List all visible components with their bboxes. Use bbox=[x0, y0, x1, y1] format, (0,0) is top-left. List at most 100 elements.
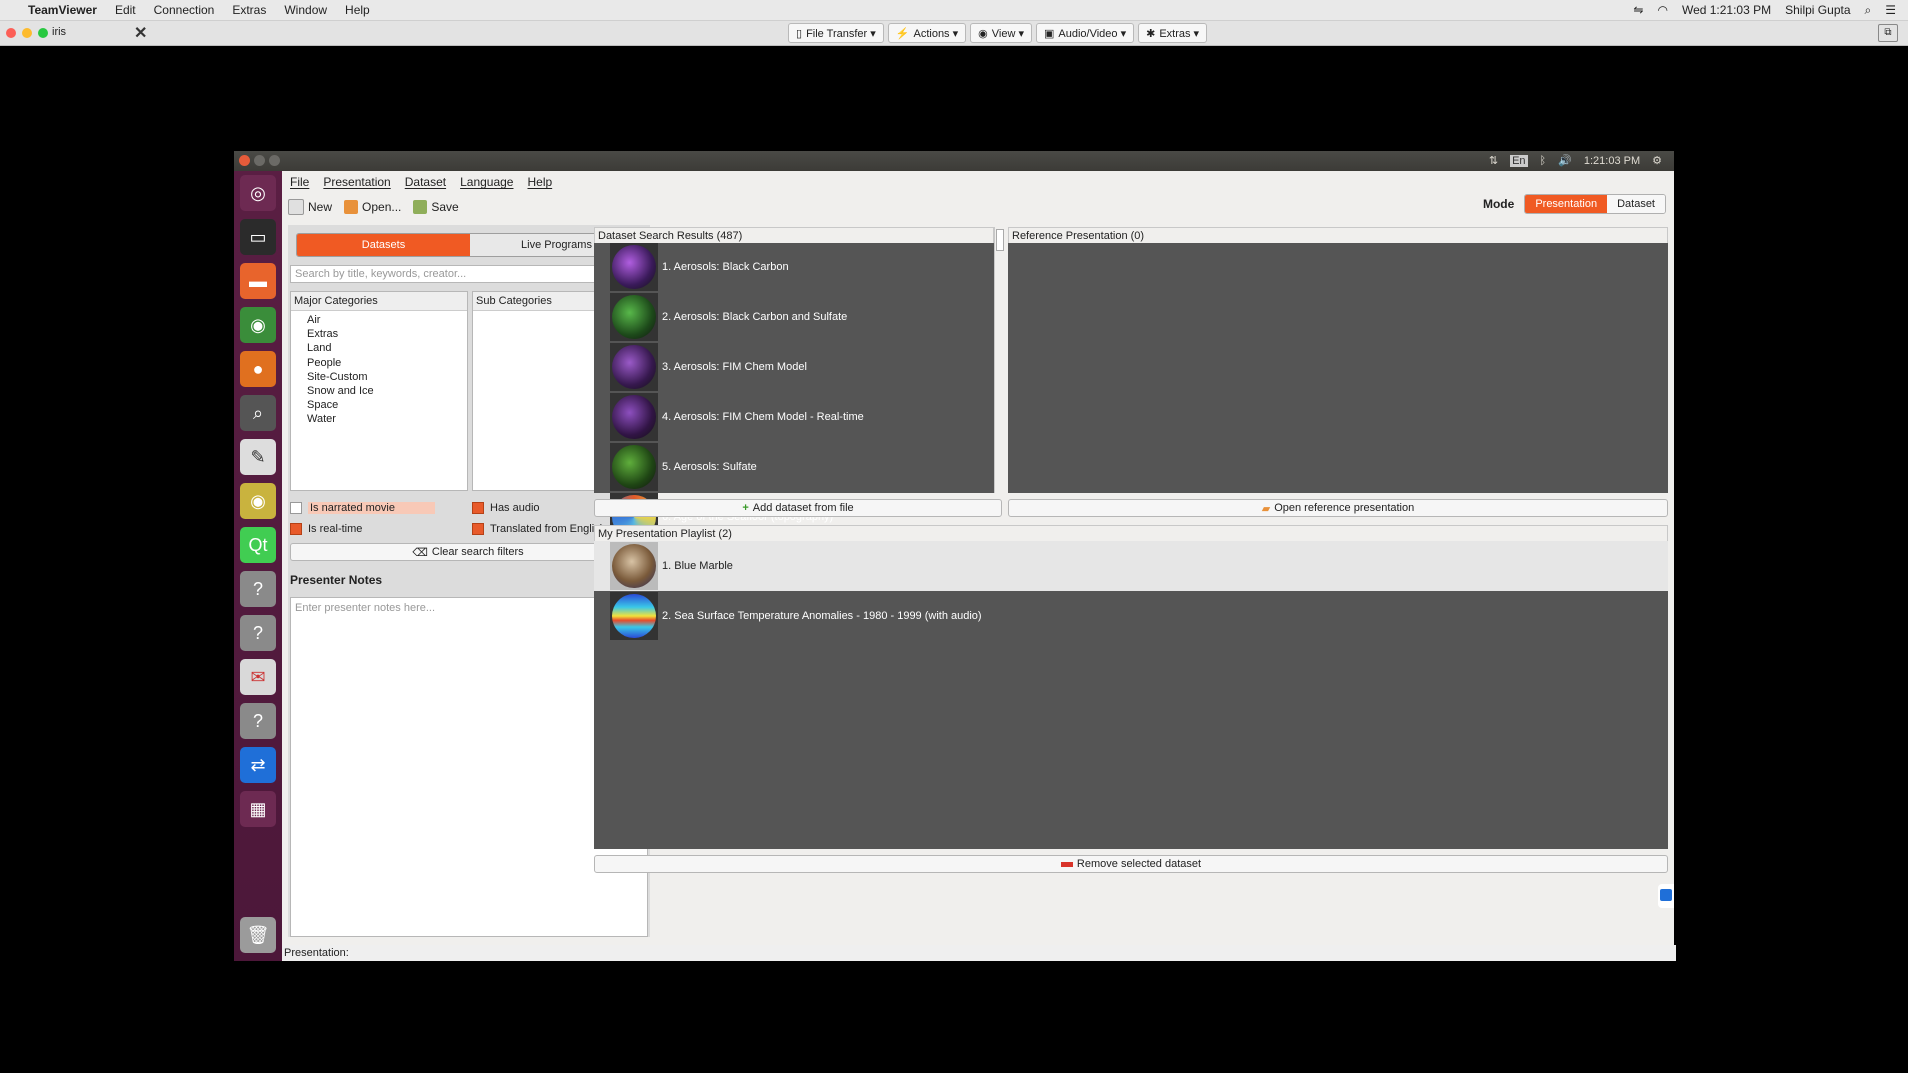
menu-language[interactable]: Language bbox=[460, 175, 513, 189]
list-item[interactable]: 5. Aerosols: Sulfate bbox=[610, 443, 757, 491]
teamviewer-icon[interactable]: ⇄ bbox=[240, 747, 276, 783]
category-item[interactable]: Land bbox=[291, 341, 467, 355]
mac-user[interactable]: Shilpi Gupta bbox=[1785, 3, 1850, 17]
scrollbar-thumb[interactable] bbox=[996, 229, 1004, 251]
ubuntu-close-icon[interactable] bbox=[239, 155, 250, 166]
menu-extras[interactable]: Extras bbox=[232, 3, 266, 17]
close-window-icon[interactable] bbox=[6, 28, 16, 38]
bluetooth-icon[interactable]: ᛒ bbox=[1540, 155, 1547, 167]
list-item[interactable]: 2. Aerosols: Black Carbon and Sulfate bbox=[610, 293, 847, 341]
system-gear-icon[interactable]: ⚙ bbox=[1652, 154, 1662, 167]
airplay-icon[interactable]: ⇋ bbox=[1633, 3, 1643, 17]
checkbox[interactable] bbox=[472, 502, 484, 514]
workspace-switcher-icon[interactable]: ▦ bbox=[240, 791, 276, 827]
window-mode-icon[interactable]: ⧉ bbox=[1878, 24, 1898, 42]
dash-icon[interactable]: ◎ bbox=[240, 175, 276, 211]
keyboard-layout-indicator[interactable]: En bbox=[1510, 154, 1528, 167]
screenshot-icon[interactable]: ⌕ bbox=[240, 395, 276, 431]
narrated-movie-filter[interactable]: Is narrated movie bbox=[290, 502, 435, 514]
actions-button[interactable]: ⚡ Actions ▾ bbox=[887, 23, 967, 43]
results-scrollbar[interactable] bbox=[994, 227, 1005, 493]
wifi-icon[interactable]: ◠ bbox=[1657, 3, 1667, 17]
has-audio-filter[interactable]: Has audio bbox=[472, 502, 540, 514]
view-button[interactable]: ◉ View ▾ bbox=[970, 23, 1032, 43]
results-list: 1. Aerosols: Black Carbon 2. Aerosols: B… bbox=[594, 243, 994, 493]
category-item[interactable]: Space bbox=[291, 398, 467, 412]
category-item[interactable]: Extras bbox=[291, 327, 467, 341]
teamviewer-side-tab[interactable] bbox=[1658, 884, 1674, 908]
remove-dataset-button[interactable]: Remove selected dataset bbox=[594, 855, 1668, 873]
checkbox[interactable] bbox=[472, 523, 484, 535]
minimize-window-icon[interactable] bbox=[22, 28, 32, 38]
ubuntu-minimize-icon[interactable] bbox=[254, 155, 265, 166]
spotlight-icon[interactable]: ⌕ bbox=[1865, 3, 1872, 18]
category-item[interactable]: People bbox=[291, 356, 467, 370]
menu-help[interactable]: Help bbox=[345, 3, 370, 17]
unknown-app-icon[interactable]: ? bbox=[240, 571, 276, 607]
firefox-icon[interactable]: ● bbox=[240, 351, 276, 387]
notification-center-icon[interactable]: ☰ bbox=[1885, 3, 1896, 17]
rhythmbox-icon[interactable]: ◉ bbox=[240, 483, 276, 519]
files-icon[interactable]: ▬ bbox=[240, 263, 276, 299]
dataset-thumbnail bbox=[610, 293, 658, 341]
playlist-item[interactable]: 1. Blue Marble bbox=[610, 542, 733, 590]
unknown-app-icon[interactable]: ? bbox=[240, 703, 276, 739]
open-button[interactable]: Open... bbox=[344, 200, 401, 214]
real-time-filter[interactable]: Is real-time bbox=[290, 523, 362, 535]
reference-header: Reference Presentation (0) bbox=[1008, 227, 1668, 243]
list-item[interactable]: 3. Aerosols: FIM Chem Model bbox=[610, 343, 807, 391]
dataset-thumbnail bbox=[610, 243, 658, 291]
mac-menu-bar: TeamViewer Edit Connection Extras Window… bbox=[0, 0, 1908, 21]
menu-file[interactable]: File bbox=[290, 175, 309, 189]
playlist-item[interactable]: 2. Sea Surface Temperature Anomalies - 1… bbox=[610, 592, 982, 640]
close-session-icon[interactable]: ✕ bbox=[134, 23, 147, 43]
menu-help[interactable]: Help bbox=[527, 175, 552, 189]
network-icon[interactable]: ⇅ bbox=[1489, 154, 1498, 167]
clear-search-filters-button[interactable]: ⌫ Clear search filters bbox=[290, 543, 646, 561]
terminal-icon[interactable]: ▭ bbox=[240, 219, 276, 255]
volume-icon[interactable]: 🔊 bbox=[1558, 154, 1572, 167]
translated-filter[interactable]: Translated from English bbox=[472, 523, 606, 535]
unknown-app-icon[interactable]: ? bbox=[240, 615, 276, 651]
pdf-viewer-icon[interactable]: ✉ bbox=[240, 659, 276, 695]
add-dataset-button[interactable]: + Add dataset from file bbox=[594, 499, 1002, 517]
mode-presentation-button[interactable]: Presentation bbox=[1525, 195, 1608, 213]
dataset-thumbnail bbox=[610, 393, 658, 441]
file-transfer-button[interactable]: ▯ File Transfer ▾ bbox=[788, 23, 884, 43]
playlist-header: My Presentation Playlist (2) bbox=[594, 525, 1668, 541]
session-tab-title[interactable]: iris bbox=[52, 26, 66, 38]
list-item[interactable]: 1. Aerosols: Black Carbon bbox=[610, 243, 789, 291]
ubuntu-maximize-icon[interactable] bbox=[269, 155, 280, 166]
menu-edit[interactable]: Edit bbox=[115, 3, 136, 17]
checkbox[interactable] bbox=[290, 523, 302, 535]
tools-icon: ✱ bbox=[1146, 27, 1156, 40]
list-item[interactable]: 4. Aerosols: FIM Chem Model - Real-time bbox=[610, 393, 864, 441]
text-editor-icon[interactable]: ✎ bbox=[240, 439, 276, 475]
open-reference-button[interactable]: ▰ Open reference presentation bbox=[1008, 499, 1668, 517]
ubuntu-clock[interactable]: 1:21:03 PM bbox=[1584, 155, 1640, 167]
dataset-search-input[interactable]: Search by title, keywords, creator... bbox=[290, 265, 646, 283]
menu-dataset[interactable]: Dataset bbox=[405, 175, 446, 189]
category-item[interactable]: Snow and Ice bbox=[291, 384, 467, 398]
menu-window[interactable]: Window bbox=[284, 3, 327, 17]
menu-connection[interactable]: Connection bbox=[154, 3, 215, 17]
zoom-window-icon[interactable] bbox=[38, 28, 48, 38]
chrome-icon[interactable]: ◉ bbox=[240, 307, 276, 343]
save-button[interactable]: Save bbox=[413, 200, 459, 214]
dataset-thumbnail bbox=[610, 542, 658, 590]
tab-datasets[interactable]: Datasets bbox=[297, 234, 470, 256]
mac-clock[interactable]: Wed 1:21:03 PM bbox=[1682, 3, 1771, 17]
extras-button[interactable]: ✱ Extras ▾ bbox=[1138, 23, 1208, 43]
checkbox[interactable] bbox=[290, 502, 302, 514]
menu-teamviewer[interactable]: TeamViewer bbox=[28, 3, 97, 17]
category-item[interactable]: Water bbox=[291, 412, 467, 426]
new-button[interactable]: New bbox=[288, 199, 332, 215]
app-toolbar: New Open... Save bbox=[282, 195, 459, 219]
category-item[interactable]: Air bbox=[291, 313, 467, 327]
audio-video-button[interactable]: ▣ Audio/Video ▾ bbox=[1035, 23, 1135, 43]
mode-dataset-button[interactable]: Dataset bbox=[1607, 195, 1665, 213]
category-item[interactable]: Site-Custom bbox=[291, 370, 467, 384]
trash-icon[interactable]: 🗑 bbox=[240, 917, 276, 953]
qt-creator-icon[interactable]: Qt bbox=[240, 527, 276, 563]
menu-presentation[interactable]: Presentation bbox=[323, 175, 390, 189]
